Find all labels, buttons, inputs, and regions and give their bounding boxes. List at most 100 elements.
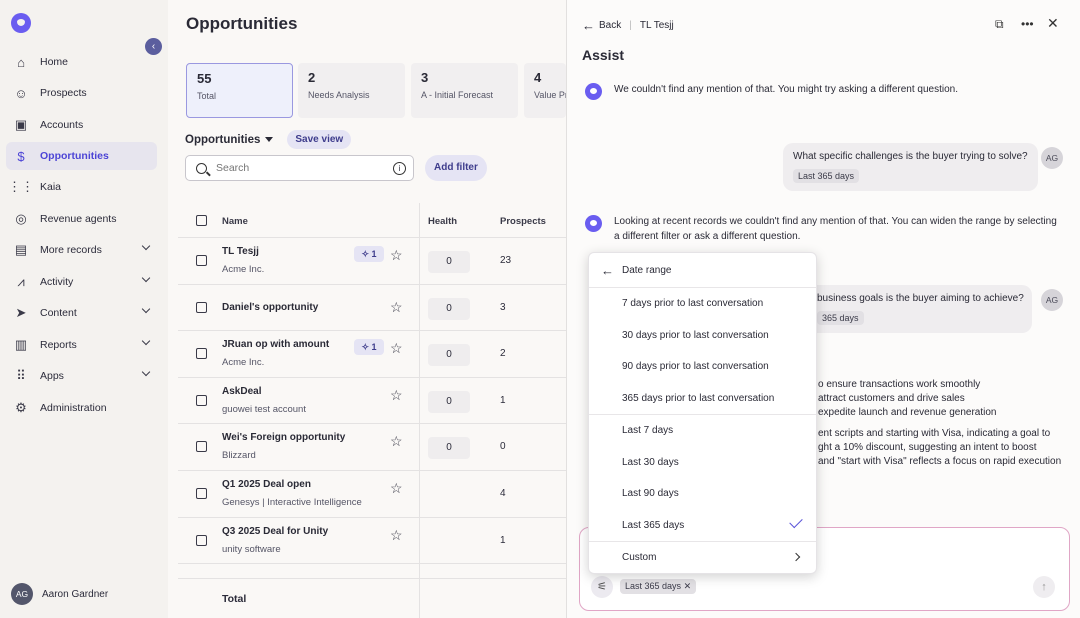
assistant-message: Looking at recent records we couldn't fi… <box>585 215 1065 244</box>
stat-card-value-proposition[interactable]: 4 Value Pr <box>524 63 566 118</box>
menu-item[interactable]: 90 days prior to last conversation <box>589 351 816 383</box>
filter-settings-icon[interactable]: ⚟ <box>591 576 613 598</box>
arrow-left-icon[interactable]: ← <box>582 18 595 33</box>
menu-item[interactable]: 365 days prior to last conversation <box>589 383 816 415</box>
table-row[interactable]: Daniel's opportunity ☆ 0 3 <box>178 285 566 332</box>
star-icon[interactable]: ☆ <box>390 433 403 450</box>
row-checkbox[interactable] <box>196 394 207 406</box>
close-icon[interactable]: ✕ <box>1047 15 1059 32</box>
sidebar-item-label: Revenue agents <box>40 213 117 225</box>
app-logo-icon[interactable] <box>11 13 31 33</box>
sidebar-item-label: Apps <box>40 370 64 382</box>
sidebar-item-reports[interactable]: ▥ Reports <box>6 331 157 359</box>
table-row[interactable]: Q1 2025 Deal open Genesys | Interactive … <box>178 471 566 518</box>
row-checkbox[interactable] <box>196 487 207 499</box>
sidebar-item-more-records[interactable]: ▤ More records <box>6 236 157 264</box>
column-header-name[interactable]: Name <box>222 216 248 227</box>
sidebar-item-kaia[interactable]: ⋮⋮ Kaia <box>6 173 157 201</box>
stat-card-initial-forecast[interactable]: 3 A - Initial Forecast <box>411 63 518 118</box>
opportunity-name[interactable]: Daniel's opportunity <box>222 302 318 313</box>
table-row[interactable]: Q3 2025 Deal for Unity unity software ☆ … <box>178 518 566 565</box>
opportunity-name[interactable]: Q1 2025 Deal open <box>222 479 311 490</box>
menu-item-custom[interactable]: Custom <box>589 542 816 574</box>
save-view-button[interactable]: Save view <box>287 130 352 149</box>
select-all-checkbox[interactable] <box>196 215 207 226</box>
row-checkbox[interactable] <box>196 255 207 266</box>
answer-line: expedite launch and revenue generation <box>818 407 997 418</box>
stat-card-total[interactable]: 55 Total <box>186 63 293 118</box>
row-checkbox[interactable] <box>196 348 207 360</box>
star-icon[interactable]: ☆ <box>390 340 403 357</box>
star-icon[interactable]: ☆ <box>390 387 403 404</box>
sidebar-item-home[interactable]: ⌂ Home <box>6 48 157 76</box>
sidebar-item-prospects[interactable]: ☺ Prospects <box>6 79 157 107</box>
star-icon[interactable]: ☆ <box>390 247 403 264</box>
menu-item-selected[interactable]: Last 365 days <box>589 510 816 542</box>
recent-ranges-group: Last 7 days Last 30 days Last 90 days La… <box>589 415 816 542</box>
prospects-count: 0 <box>500 441 506 453</box>
opportunity-name[interactable]: TL Tesjj <box>222 246 259 257</box>
table-row[interactable]: JRuan op with amount Acme Inc. ✧ 1 ☆ 0 2 <box>178 331 566 378</box>
sidebar-item-label: Home <box>40 56 69 68</box>
open-external-icon[interactable]: ⧉ <box>995 17 1004 32</box>
remove-chip-icon[interactable]: ✕ <box>684 581 692 591</box>
star-icon[interactable]: ☆ <box>390 299 403 316</box>
sidebar-item-accounts[interactable]: ▣ Accounts <box>6 111 157 139</box>
sidebar-item-opportunities[interactable]: $ Opportunities <box>6 142 157 170</box>
sidebar-item-activity[interactable]: ⩘ Activity <box>6 268 157 296</box>
answer-line: and "start with Visa" reflects a focus o… <box>818 456 1062 467</box>
table-row[interactable]: Wei's Foreign opportunity Blizzard ☆ 0 0 <box>178 424 566 471</box>
dropdown-title: Date range <box>622 264 672 276</box>
ai-insights-badge[interactable]: ✧ 1 <box>354 246 384 262</box>
opportunity-name[interactable]: JRuan op with amount <box>222 339 329 350</box>
dropdown-header[interactable]: ← Date range <box>589 253 816 288</box>
total-label: Total <box>222 593 247 605</box>
sidebar-item-content[interactable]: ➤ Content <box>6 299 157 327</box>
prospects-count: 4 <box>500 487 506 499</box>
sidebar-item-revenue-agents[interactable]: ◎ Revenue agents <box>6 205 157 233</box>
date-range-chip-label: Last 365 days <box>625 581 682 591</box>
star-icon[interactable]: ☆ <box>390 527 403 544</box>
column-header-prospects[interactable]: Prospects <box>500 216 546 227</box>
caret-down-icon[interactable] <box>265 137 274 142</box>
menu-item[interactable]: 30 days prior to last conversation <box>589 320 816 352</box>
more-options-icon[interactable]: ••• <box>1021 17 1034 31</box>
opportunity-name[interactable]: Wei's Foreign opportunity <box>222 432 345 443</box>
send-button[interactable]: ↑ <box>1033 576 1055 598</box>
search-box: i <box>185 155 414 181</box>
user-profile[interactable]: AG Aaron Gardner <box>11 583 108 605</box>
search-input[interactable] <box>216 162 386 174</box>
row-checkbox[interactable] <box>196 441 207 453</box>
ai-insights-badge[interactable]: ✧ 1 <box>354 339 384 356</box>
table-row[interactable]: TL Tesjj Acme Inc. ✧ 1 ☆ 0 23 <box>178 238 566 285</box>
view-selector[interactable]: Opportunities <box>185 134 260 146</box>
info-icon[interactable]: i <box>393 162 406 175</box>
opportunity-name[interactable]: Q3 2025 Deal for Unity <box>222 526 328 537</box>
date-range-pill: 365 days <box>817 311 864 325</box>
waveform-icon: ⋮⋮ <box>8 179 34 194</box>
sidebar: ‹ ⌂ Home ☺ Prospects ▣ Accounts $ Opport… <box>0 0 168 618</box>
table-row[interactable]: AskDeal guowei test account ☆ 0 1 <box>178 378 566 425</box>
row-checkbox[interactable] <box>196 534 207 546</box>
menu-item[interactable]: Last 7 days <box>589 415 816 447</box>
row-checkbox[interactable] <box>196 301 207 313</box>
sidebar-item-administration[interactable]: ⚙ Administration <box>6 394 157 422</box>
add-filter-button[interactable]: Add filter <box>425 155 487 181</box>
back-button[interactable]: Back <box>599 20 621 31</box>
arrow-left-icon[interactable]: ← <box>601 263 614 278</box>
gear-icon: ⚙ <box>15 400 27 415</box>
opportunity-name[interactable]: AskDeal <box>222 386 261 397</box>
opportunities-table: Name Health Prospects TL Tesjj Acme Inc.… <box>178 203 566 618</box>
table-header: Name Health Prospects <box>178 203 566 238</box>
record-name: TL Tesjj <box>639 20 674 31</box>
menu-item[interactable]: 7 days prior to last conversation <box>589 288 816 320</box>
prospects-count: 3 <box>500 301 506 313</box>
date-range-chip[interactable]: Last 365 days ✕ <box>620 579 697 594</box>
sidebar-item-apps[interactable]: ⠿ Apps <box>6 362 157 390</box>
star-icon[interactable]: ☆ <box>390 480 403 497</box>
menu-item[interactable]: Last 30 days <box>589 447 816 479</box>
stat-card-needs-analysis[interactable]: 2 Needs Analysis <box>298 63 405 118</box>
column-header-health[interactable]: Health <box>428 216 457 227</box>
prospects-count: 23 <box>500 255 512 266</box>
menu-item[interactable]: Last 90 days <box>589 478 816 510</box>
